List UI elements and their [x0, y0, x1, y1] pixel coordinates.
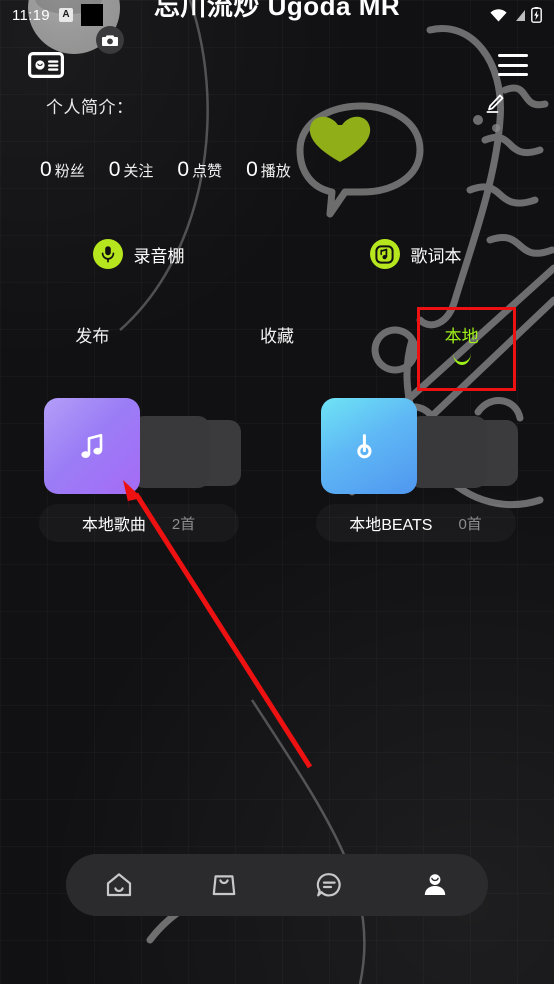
tab-label: 收藏 — [260, 327, 294, 346]
tab-local[interactable]: 本地 — [369, 322, 554, 371]
stat-value: 0 — [108, 158, 121, 181]
battery-charging-icon — [531, 7, 542, 23]
nav-item-shop[interactable] — [172, 871, 278, 899]
home-icon — [106, 873, 131, 897]
profile-card-icon[interactable] — [28, 52, 64, 78]
folder-stack-card-mid — [131, 416, 210, 488]
tab-published[interactable]: 发布 — [0, 322, 185, 371]
edit-icon[interactable] — [484, 92, 506, 114]
stat-value: 0 — [40, 158, 52, 181]
stat-following[interactable]: 0 关注 — [109, 158, 154, 182]
bio-label: 个人简介： — [46, 98, 134, 117]
stat-plays[interactable]: 0 播放 — [246, 158, 291, 182]
folder-cover[interactable] — [320, 398, 417, 494]
notification-redacted-icon — [80, 4, 103, 26]
tab-label: 发布 — [75, 327, 110, 346]
menu-line-3 — [498, 73, 528, 76]
folder-count: 0首 — [458, 515, 482, 533]
nav-item-home[interactable] — [66, 871, 172, 899]
quick-action-lyrics[interactable]: 歌词本 — [277, 239, 554, 269]
app-screen: 11:19 A 忘川流炒 Ugoda MR 个人简介： 0 粉丝 0 关注 0 … — [0, 0, 554, 984]
quick-action-label: 歌词本 — [410, 246, 462, 266]
camera-icon[interactable] — [96, 26, 124, 54]
folder-card-stack[interactable] — [320, 398, 518, 494]
folder-stack-card-mid — [408, 416, 487, 488]
folder-info-pill[interactable]: 本地歌曲 2首 — [39, 504, 239, 542]
stat-followers[interactable]: 0 粉丝 — [40, 158, 85, 182]
lyrics-note-icon — [369, 239, 400, 269]
stat-label: 粉丝 — [54, 163, 85, 180]
bottom-navigation — [66, 854, 488, 916]
pencil-glyph — [486, 94, 504, 113]
status-time: 11:19 — [12, 6, 50, 24]
status-alarm-badge-icon: A — [58, 8, 73, 22]
status-right-icons — [490, 7, 542, 23]
menu-line-1 — [498, 54, 528, 57]
folder-local-songs[interactable]: 本地歌曲 2首 — [0, 398, 277, 542]
music-note-icon — [80, 433, 102, 458]
quick-actions-row: 录音棚 歌词本 — [0, 239, 554, 269]
microphone-glyph — [101, 246, 114, 263]
stat-label: 播放 — [260, 163, 291, 180]
folder-info-pill[interactable]: 本地BEATS 0首 — [316, 504, 516, 542]
lyrics-note-glyph — [375, 244, 394, 264]
stat-likes[interactable]: 0 点赞 — [177, 158, 222, 182]
camera-glyph — [102, 35, 118, 46]
tab-label: 本地 — [444, 327, 479, 346]
stat-value: 0 — [177, 158, 190, 181]
nav-item-messages[interactable] — [277, 871, 383, 899]
nav-item-profile[interactable] — [383, 871, 489, 899]
id-card-glyph — [28, 52, 64, 78]
stat-value: 0 — [246, 158, 258, 181]
folder-grid: 本地歌曲 2首 本地BEATS 0首 — [0, 398, 554, 542]
folder-name: 本地歌曲 — [81, 517, 146, 534]
stat-label: 点赞 — [192, 163, 223, 180]
chat-icon — [317, 873, 341, 897]
wifi-icon — [490, 8, 507, 21]
tab-active-indicator — [452, 353, 471, 365]
bag-icon — [212, 875, 236, 896]
beats-b-icon — [356, 434, 372, 459]
folder-cover[interactable] — [43, 398, 140, 494]
person-icon — [425, 874, 446, 895]
menu-icon[interactable] — [498, 54, 528, 76]
microphone-icon — [92, 239, 123, 269]
folder-count: 2首 — [171, 515, 196, 533]
quick-action-studio[interactable]: 录音棚 — [0, 239, 277, 269]
heart-doodle — [309, 116, 371, 162]
stat-label: 关注 — [123, 163, 154, 180]
folder-local-beats[interactable]: 本地BEATS 0首 — [277, 398, 554, 542]
menu-line-2 — [498, 63, 528, 67]
tab-favorites[interactable]: 收藏 — [185, 322, 370, 371]
content-tabs: 发布 收藏 本地 — [0, 322, 554, 371]
folder-card-stack[interactable] — [43, 398, 241, 494]
signal-icon — [516, 9, 525, 21]
quick-action-label: 录音棚 — [133, 246, 185, 266]
status-bar: 11:19 A — [0, 0, 554, 30]
stats-row: 0 粉丝 0 关注 0 点赞 0 播放 — [40, 158, 291, 182]
folder-name: 本地BEATS — [349, 517, 433, 534]
